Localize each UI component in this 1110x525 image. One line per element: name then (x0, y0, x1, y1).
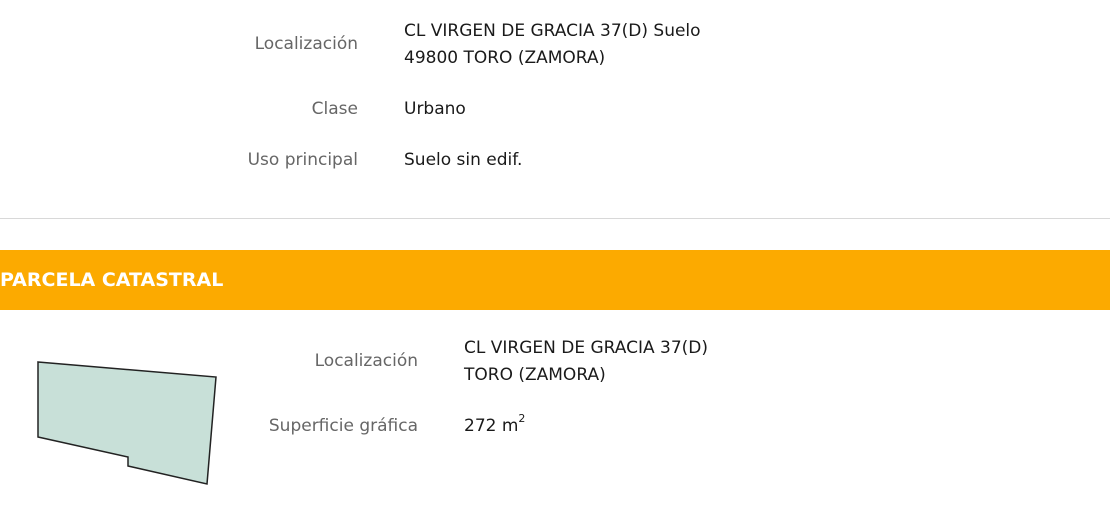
parcel-location-label: Localización (314, 351, 418, 371)
parcel-surface-number: 272 m (464, 416, 519, 436)
property-location-label: Localización (254, 34, 358, 54)
parcel-section-header: PARCELA CATASTRAL (0, 250, 1110, 310)
property-location-line2: 49800 TORO (ZAMORA) (404, 48, 606, 68)
property-class-label: Clase (311, 99, 358, 119)
parcel-location-line1: CL VIRGEN DE GRACIA 37(D) (464, 338, 709, 358)
parcel-polygon (37, 361, 217, 485)
property-use-value: Suelo sin edif. (404, 150, 523, 170)
parcel-surface-value: 272 m2 (464, 413, 525, 440)
parcel-surface-label: Superficie gráfica (268, 416, 418, 436)
property-use-label: Uso principal (247, 150, 358, 170)
parcel-location-line2: TORO (ZAMORA) (464, 365, 606, 385)
property-location-line1: CL VIRGEN DE GRACIA 37(D) Suelo (404, 21, 701, 41)
parcel-section-title: PARCELA CATASTRAL (0, 269, 224, 291)
section-divider (0, 218, 1110, 219)
parcel-shape-image (37, 361, 217, 485)
cadastral-record-page: Localización CL VIRGEN DE GRACIA 37(D) S… (0, 0, 1110, 525)
property-class-value: Urbano (404, 99, 466, 119)
parcel-surface-exponent: 2 (518, 412, 526, 425)
